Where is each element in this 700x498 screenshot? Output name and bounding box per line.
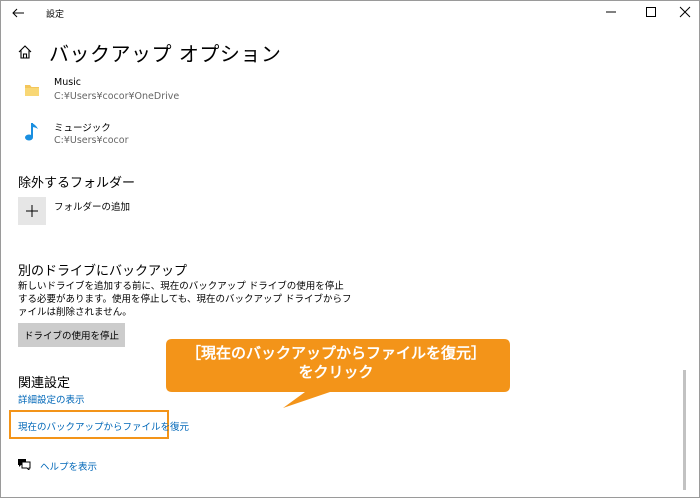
get-help-link[interactable]: ヘルプを表示 — [40, 459, 97, 473]
advanced-settings-link[interactable]: 詳細設定の表示 — [18, 392, 85, 406]
maximize-icon[interactable] — [644, 5, 658, 19]
back-arrow-icon[interactable] — [10, 5, 26, 21]
annotation-line-1: ［現在のバックアップからファイルを復元］ — [185, 344, 486, 362]
minimize-icon[interactable] — [604, 5, 618, 19]
scrollbar[interactable] — [683, 370, 686, 490]
related-settings-heading: 関連設定 — [18, 376, 71, 391]
add-folder-label[interactable]: フォルダーの追加 — [54, 199, 130, 213]
other-drive-description: 新しいドライブを追加する前に、現在のバックアップ ドライブの使用を停止する必要が… — [18, 281, 352, 318]
folder-icon — [25, 85, 39, 96]
title-bar: 設定 — [0, 0, 698, 26]
restore-files-link[interactable]: 現在のバックアップからファイルを復元 — [18, 419, 189, 433]
annotation-line-2: をクリック — [298, 363, 374, 381]
page-title: バックアップ オプション — [49, 42, 282, 66]
folder-name: Music — [54, 77, 82, 88]
folder-name: ミュージック — [54, 123, 111, 134]
stop-using-drive-button[interactable]: ドライブの使用を停止 — [18, 323, 125, 347]
close-icon[interactable] — [678, 5, 692, 19]
folder-path: C:¥Users¥cocor¥OneDrive — [54, 91, 180, 102]
window-title: 設定 — [46, 10, 65, 20]
help-chat-icon — [18, 459, 31, 470]
other-drive-heading: 別のドライブにバックアップ — [18, 264, 188, 279]
exclude-heading: 除外するフォルダー — [18, 176, 136, 191]
home-icon[interactable] — [17, 44, 33, 60]
add-folder-button[interactable] — [18, 197, 46, 225]
plus-icon — [26, 205, 38, 217]
annotation-text: ［現在のバックアップからファイルを復元］ をクリック — [166, 344, 506, 382]
folder-path: C:¥Users¥cocor — [54, 135, 129, 146]
music-note-icon — [25, 123, 38, 141]
